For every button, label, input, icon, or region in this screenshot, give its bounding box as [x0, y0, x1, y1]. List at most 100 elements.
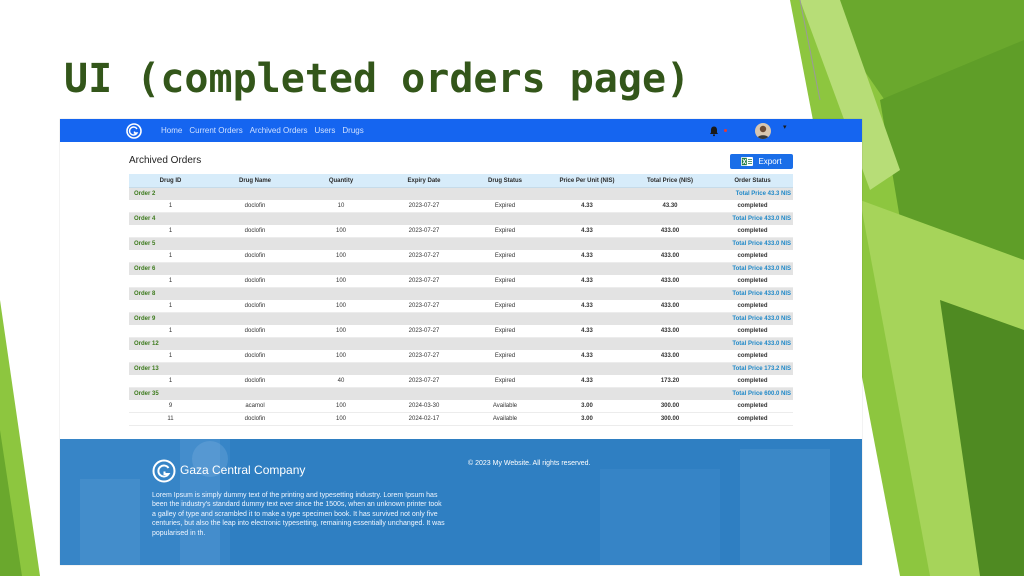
nav-home[interactable]: Home [161, 126, 182, 135]
company-logo-icon [152, 459, 176, 483]
navbar: Home Current Orders Archived Orders User… [60, 119, 862, 142]
cell-drug-name[interactable]: doclofin [212, 300, 298, 313]
cell-drug-name[interactable]: doclofin [212, 375, 298, 388]
order-group-row: Order 35 Total Price 600.0 NIS [129, 387, 793, 400]
app-logo-icon[interactable] [126, 123, 142, 139]
order-group-row: Order 12 Total Price 433.0 NIS [129, 337, 793, 350]
cell-expiry-date: 2023-07-27 [384, 200, 464, 213]
order-group-row: Order 5 Total Price 433.0 NIS [129, 237, 793, 250]
column-header[interactable]: Drug Name [212, 174, 298, 188]
cell-drug-name[interactable]: doclofin [212, 200, 298, 213]
cell-quantity[interactable]: 100 [298, 325, 384, 338]
cell-expiry-date: 2024-03-30 [384, 400, 464, 413]
column-header[interactable]: Drug ID [129, 174, 212, 188]
table-row: 1 doclofin 100 2023-07-27 Expired 4.33 433.00 c… [129, 325, 793, 338]
order-label: Order 8 [129, 287, 464, 300]
table-header-row: Drug ID Drug Name Quantity Expiry Date D… [129, 174, 793, 188]
cell-quantity[interactable]: 100 [298, 275, 384, 288]
order-group-row: Order 4 Total Price 433.0 NIS [129, 212, 793, 225]
cell-price-per-unit: 4.33 [546, 350, 628, 363]
cell-drug-id: 1 [129, 375, 212, 388]
excel-icon [741, 157, 754, 166]
cell-drug-name[interactable]: doclofin [212, 225, 298, 238]
order-label: Order 12 [129, 337, 464, 350]
column-header[interactable]: Quantity [298, 174, 384, 188]
cell-drug-status: Available [464, 412, 546, 426]
cell-quantity[interactable]: 100 [298, 250, 384, 263]
cell-price-per-unit: 4.33 [546, 200, 628, 213]
cell-drug-name[interactable]: doclofin [212, 350, 298, 363]
chevron-down-icon[interactable]: ▾ [783, 123, 787, 131]
cell-price-per-unit: 4.33 [546, 225, 628, 238]
cell-drug-name[interactable]: doclofin [212, 412, 298, 426]
column-header[interactable]: Total Price (NIS) [628, 174, 712, 188]
order-total-price: Total Price 173.2 NIS [464, 362, 793, 375]
cell-drug-name[interactable]: acamol [212, 400, 298, 413]
table-body: Order 2 Total Price 43.3 NIS 1 doclofin 10 20… [129, 187, 793, 426]
cell-total-price: 300.00 [628, 400, 712, 413]
cell-drug-id: 1 [129, 275, 212, 288]
cell-total-price: 300.00 [628, 412, 712, 426]
table-row: 1 doclofin 100 2023-07-27 Expired 4.33 433.00 c… [129, 225, 793, 238]
cell-expiry-date: 2023-07-27 [384, 325, 464, 338]
cell-quantity[interactable]: 100 [298, 400, 384, 413]
cell-price-per-unit: 3.00 [546, 400, 628, 413]
order-total-price: Total Price 433.0 NIS [464, 287, 793, 300]
cell-expiry-date: 2023-07-27 [384, 350, 464, 363]
cell-total-price: 433.00 [628, 250, 712, 263]
nav-archived-orders[interactable]: Archived Orders [250, 126, 308, 135]
footer-description: Lorem Ipsum is simply dummy text of the … [152, 492, 445, 537]
nav-drugs[interactable]: Drugs [342, 126, 363, 135]
cell-drug-id: 1 [129, 325, 212, 338]
column-header[interactable]: Price Per Unit (NIS) [546, 174, 628, 188]
cell-expiry-date: 2023-07-27 [384, 375, 464, 388]
cell-drug-name[interactable]: doclofin [212, 275, 298, 288]
cell-drug-status: Expired [464, 275, 546, 288]
cell-price-per-unit: 4.33 [546, 325, 628, 338]
cell-price-per-unit: 4.33 [546, 275, 628, 288]
cell-drug-status: Available [464, 400, 546, 413]
column-header[interactable]: Expiry Date [384, 174, 464, 188]
table-row: 1 doclofin 100 2023-07-27 Expired 4.33 433.00 c… [129, 275, 793, 288]
archived-orders-table: Drug ID Drug Name Quantity Expiry Date D… [129, 174, 793, 426]
footer-company-name: Gaza Central Company [180, 463, 306, 477]
nav-users[interactable]: Users [315, 126, 336, 135]
export-button-label: Export [758, 157, 782, 166]
column-header[interactable]: Drug Status [464, 174, 546, 188]
cell-quantity[interactable]: 100 [298, 412, 384, 426]
cell-price-per-unit: 4.33 [546, 300, 628, 313]
order-group-row: Order 9 Total Price 433.0 NIS [129, 312, 793, 325]
cell-total-price: 433.00 [628, 350, 712, 363]
order-total-price: Total Price 433.0 NIS [464, 212, 793, 225]
order-label: Order 2 [129, 187, 464, 200]
cell-drug-status: Expired [464, 225, 546, 238]
order-label: Order 35 [129, 387, 464, 400]
column-header[interactable]: Order Status [712, 174, 793, 188]
table-row: 9 acamol 100 2024-03-30 Available 3.00 300.00 c… [129, 400, 793, 413]
avatar[interactable] [755, 123, 771, 139]
cell-quantity[interactable]: 40 [298, 375, 384, 388]
cell-quantity[interactable]: 10 [298, 200, 384, 213]
cell-total-price: 43.30 [628, 200, 712, 213]
cell-drug-id: 11 [129, 412, 212, 426]
nav-current-orders[interactable]: Current Orders [189, 126, 242, 135]
notification-dot [724, 129, 727, 132]
cell-quantity[interactable]: 100 [298, 300, 384, 313]
order-total-price: Total Price 433.0 NIS [464, 337, 793, 350]
cell-drug-name[interactable]: doclofin [212, 325, 298, 338]
order-total-price: Total Price 433.0 NIS [464, 312, 793, 325]
cell-drug-id: 1 [129, 350, 212, 363]
cell-total-price: 173.20 [628, 375, 712, 388]
cell-drug-id: 1 [129, 300, 212, 313]
export-button[interactable]: Export [730, 154, 793, 169]
order-total-price: Total Price 600.0 NIS [464, 387, 793, 400]
cell-expiry-date: 2023-07-27 [384, 225, 464, 238]
cell-quantity[interactable]: 100 [298, 225, 384, 238]
bell-icon[interactable] [708, 125, 720, 137]
cell-quantity[interactable]: 100 [298, 350, 384, 363]
cell-drug-name[interactable]: doclofin [212, 250, 298, 263]
footer: Gaza Central Company © 2023 My Website. … [60, 439, 862, 565]
table-row: 1 doclofin 100 2023-07-27 Expired 4.33 433.00 c… [129, 250, 793, 263]
cell-order-status: completed [712, 400, 793, 413]
cell-total-price: 433.00 [628, 300, 712, 313]
